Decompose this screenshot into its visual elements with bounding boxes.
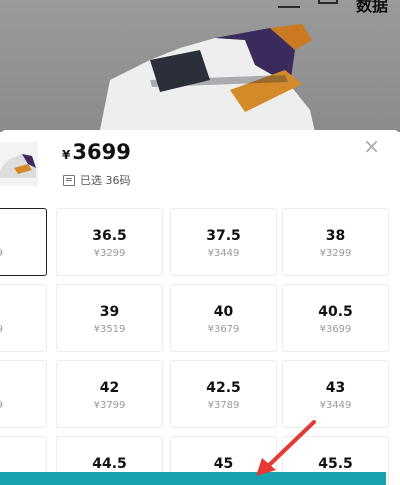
size-price: 449 [0,400,46,411]
size-label: 36.5 [92,228,127,244]
selected-size-label: 已选 36码 [80,174,131,187]
size-option[interactable]: 6 699 [0,208,47,276]
size-label: 42 [99,380,120,396]
size-price: ¥3699 [319,324,352,335]
close-icon[interactable]: × [363,134,380,158]
header-title-fragment: 数据 [355,0,388,15]
product-image-backdrop: 数据 [0,0,400,132]
size-label: 42.5 [206,380,241,396]
selected-icon [63,174,75,186]
size-option[interactable]: 38 ¥3299 [282,208,389,276]
size-label: 37.5 [206,228,241,244]
size-price: ¥3299 [93,248,126,259]
size-label: 40 [213,304,234,320]
size-price: 699 [0,248,46,259]
size-option[interactable]: .5 329 [0,284,47,352]
size-option[interactable]: 39 ¥3519 [56,284,163,352]
size-price: ¥3299 [319,248,352,259]
size-label: 40.5 [318,304,353,320]
size-selector-sheet: ¥3699 已选 36码 × 6 699 36.5 ¥3299 37.5 ¥34… [0,130,400,485]
top-actions: 数据 [277,0,388,16]
size-option[interactable]: 40 ¥3679 [170,284,277,352]
size-option[interactable]: 43 ¥3449 [282,360,389,428]
size-price: ¥3519 [93,324,126,335]
size-option[interactable]: 42.5 ¥3789 [170,360,277,428]
product-thumbnail [0,142,38,186]
size-label: 39 [99,304,120,320]
size-label: 6 [0,228,46,244]
size-label: 1 [0,380,46,396]
price-value: 3699 [72,140,131,164]
selected-size-line: 已选 36码 [63,172,131,188]
size-option[interactable]: 40.5 ¥3699 [282,284,389,352]
size-option[interactable]: 36.5 ¥3299 [56,208,163,276]
red-arrow-annotation [256,420,316,476]
size-price: ¥3449 [319,400,352,411]
size-price: ¥3789 [207,400,240,411]
size-option[interactable]: 37.5 ¥3449 [170,208,277,276]
size-option[interactable]: 1 449 [0,360,47,428]
size-price: ¥3449 [207,248,240,259]
price-currency: ¥ [62,148,71,162]
sneaker-image [100,24,315,132]
size-label: 44.5 [92,456,127,472]
size-price: 329 [0,324,46,335]
size-price: ¥3799 [93,400,126,411]
size-label: 43 [325,380,346,396]
star-icon[interactable] [277,0,300,8]
price: ¥3699 [62,140,131,164]
confirm-button-bar[interactable] [0,472,386,485]
size-label: .5 [0,304,46,320]
bag-icon[interactable] [317,0,338,4]
size-price: ¥3679 [207,324,240,335]
size-label: 38 [325,228,346,244]
size-option[interactable]: 42 ¥3799 [56,360,163,428]
